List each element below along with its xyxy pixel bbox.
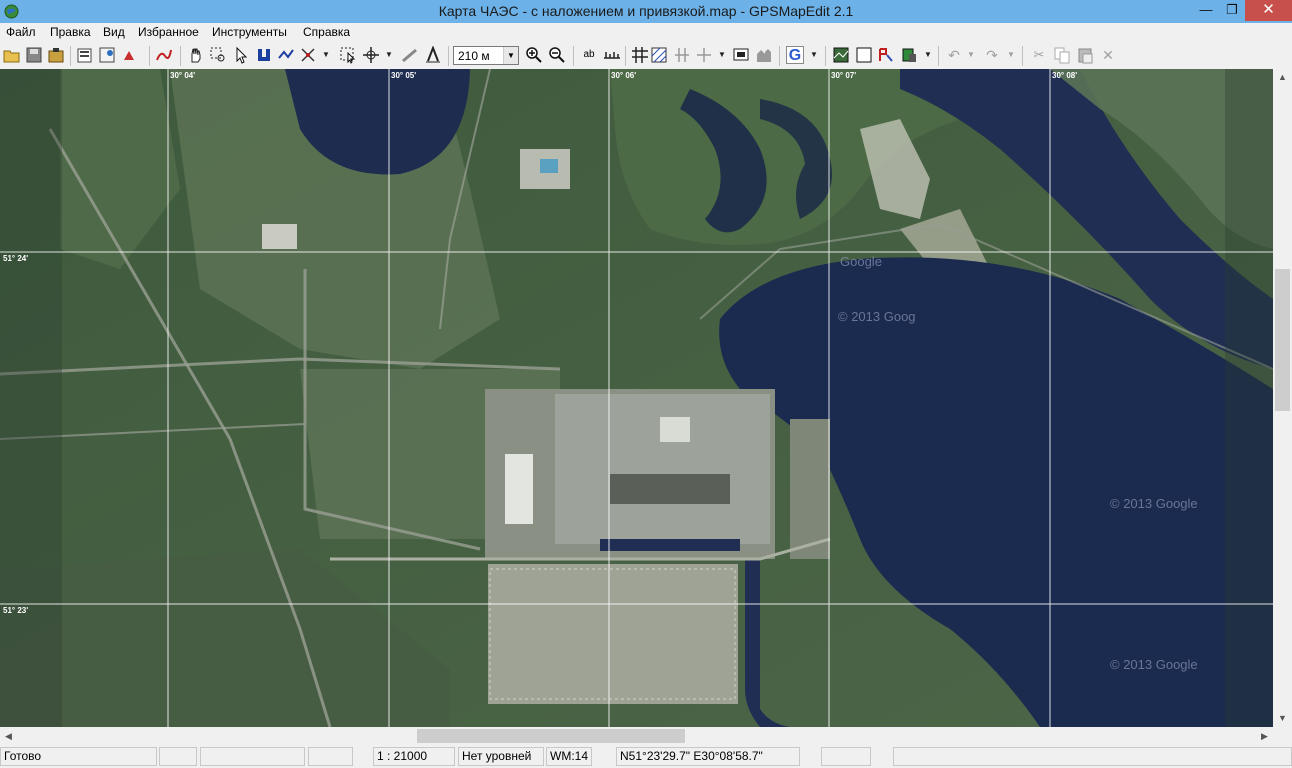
grid-toggle-icon[interactable]	[631, 46, 649, 64]
sarcophagus	[505, 454, 533, 524]
scale-toggle-icon[interactable]	[603, 46, 621, 64]
layer-frame-icon[interactable]	[855, 46, 873, 64]
menu-view[interactable]: Вид	[103, 25, 125, 39]
select-arrow-icon[interactable]	[232, 46, 250, 64]
select-object-icon[interactable]	[339, 46, 357, 64]
grid-label-lon: 30° 04'	[170, 71, 196, 80]
grid-label-lon: 30° 06'	[611, 71, 637, 80]
scrollbar-corner	[1273, 727, 1292, 745]
save-icon[interactable]	[25, 46, 43, 64]
hand-pan-icon[interactable]	[187, 46, 205, 64]
scroll-right-arrow-icon[interactable]: ▶	[1256, 727, 1273, 745]
waypoints-icon[interactable]	[732, 46, 750, 64]
zoom-dropdown-arrow-icon[interactable]: ▼	[503, 47, 518, 64]
scroll-down-arrow-icon[interactable]: ▼	[1273, 710, 1292, 727]
grid-label-lon: 30° 05'	[391, 71, 417, 80]
google-watermark: © 2013 Google	[1110, 657, 1198, 672]
redo-icon[interactable]: ↷	[983, 46, 1001, 64]
status-cell-empty	[159, 747, 197, 766]
status-levels: Нет уровней	[458, 747, 544, 766]
google-dropdown-icon[interactable]: ▼	[810, 47, 818, 63]
cut-icon[interactable]: ✂	[1030, 46, 1048, 64]
status-cell-empty	[893, 747, 1292, 766]
transform-icon[interactable]	[121, 46, 139, 64]
raster-overlay-icon[interactable]	[832, 46, 850, 64]
scroll-up-arrow-icon[interactable]: ▲	[1273, 69, 1292, 86]
horizontal-scrollbar[interactable]: ◀ ▶	[0, 727, 1273, 745]
horizontal-scroll-thumb[interactable]	[417, 729, 685, 743]
vertical-scrollbar[interactable]: ▲ ▼	[1273, 69, 1292, 727]
status-ready: Готово	[0, 747, 157, 766]
toolbar: ▼ ▼ 210 м ▼ ab ▼ G ▼ ▼ ↶ ▼ ↷ ▼ ✂ ✕	[0, 43, 1292, 70]
zoom-level-select[interactable]: 210 м ▼	[453, 46, 519, 65]
close-button[interactable]: ✕	[1245, 0, 1292, 21]
properties-icon[interactable]	[76, 46, 94, 64]
status-cell-empty	[821, 747, 871, 766]
map-properties-icon[interactable]	[98, 46, 116, 64]
vertical-scroll-thumb[interactable]	[1275, 269, 1290, 411]
menu-help[interactable]: Справка	[303, 25, 350, 39]
nodes-toggle-icon[interactable]	[673, 46, 691, 64]
zoom-in-icon[interactable]	[525, 46, 543, 64]
grid-label-lon: 30° 07'	[831, 71, 857, 80]
status-cell-empty	[200, 747, 305, 766]
scroll-left-arrow-icon[interactable]: ◀	[0, 727, 17, 745]
hatch-toggle-icon[interactable]	[650, 46, 668, 64]
google-maps-button[interactable]: G	[786, 46, 804, 64]
delete-icon[interactable]: ✕	[1099, 46, 1117, 64]
map-view[interactable]: 30° 04' 30° 05' 30° 06' 30° 07' 30° 08' …	[0, 69, 1273, 727]
google-watermark: © 2013 Google	[1110, 496, 1198, 511]
labels-toggle-icon[interactable]: ab	[580, 46, 598, 64]
maximize-button[interactable]: ❐	[1218, 0, 1246, 21]
paste-icon[interactable]	[1076, 46, 1094, 64]
satellite-map	[0, 69, 1273, 727]
status-scale: 1 : 21000	[373, 747, 455, 766]
status-cell-empty	[308, 747, 353, 766]
grid-label-lon: 30° 08'	[1052, 71, 1078, 80]
open-folder-icon[interactable]	[3, 46, 21, 64]
label-tool-icon[interactable]	[424, 46, 442, 64]
menu-favorites[interactable]: Избранное	[138, 25, 199, 39]
routing-toggle-icon[interactable]	[695, 46, 713, 64]
open-map-icon[interactable]	[47, 46, 65, 64]
move-tool-icon[interactable]	[362, 46, 380, 64]
routing-dropdown-icon[interactable]: ▼	[718, 47, 726, 63]
menu-tools[interactable]: Инструменты	[212, 25, 287, 39]
grid-label-lat: 51° 23'	[3, 606, 29, 615]
google-watermark: © 2013 Goog	[838, 309, 916, 324]
copy-icon[interactable]	[1053, 46, 1071, 64]
status-bar: Готово 1 : 21000 Нет уровней WM:14 N51°2…	[0, 745, 1292, 768]
gps-dropdown-icon[interactable]: ▼	[924, 47, 932, 63]
google-watermark: Google	[840, 254, 882, 269]
edit-nodes-icon[interactable]	[254, 46, 272, 64]
menu-bar: Файл Правка Вид Избранное Инструменты Сп…	[0, 23, 1292, 43]
gps-track-icon[interactable]	[877, 46, 895, 64]
status-wm: WM:14	[546, 747, 592, 766]
substation	[488, 564, 738, 704]
undo-dropdown-icon[interactable]: ▼	[967, 47, 975, 63]
polyline-tool-icon[interactable]	[277, 46, 295, 64]
title-bar: Карта ЧАЭС - с наложением и привязкой.ma…	[0, 0, 1292, 23]
status-coordinates: N51°23'29.7" E30°08'58.7"	[616, 747, 800, 766]
split-tool-icon[interactable]	[299, 46, 317, 64]
redo-dropdown-icon[interactable]: ▼	[1007, 47, 1015, 63]
menu-edit[interactable]: Правка	[50, 25, 91, 39]
split-dropdown-icon[interactable]: ▼	[322, 47, 330, 63]
zoom-level-value: 210 м	[458, 49, 490, 63]
window-title: Карта ЧАЭС - с наложением и привязкой.ma…	[438, 3, 854, 19]
zoom-out-icon[interactable]	[548, 46, 566, 64]
zoom-rect-icon[interactable]	[209, 46, 227, 64]
ruler-tool-icon[interactable]	[401, 46, 419, 64]
track-icon[interactable]	[155, 46, 173, 64]
gps-device-icon[interactable]	[900, 46, 918, 64]
menu-file[interactable]: Файл	[6, 25, 36, 39]
minimize-button[interactable]: —	[1192, 0, 1220, 21]
undo-icon[interactable]: ↶	[945, 46, 963, 64]
move-dropdown-icon[interactable]: ▼	[385, 47, 393, 63]
grid-label-lat: 51° 24'	[3, 254, 29, 263]
buildings-icon[interactable]	[755, 46, 773, 64]
